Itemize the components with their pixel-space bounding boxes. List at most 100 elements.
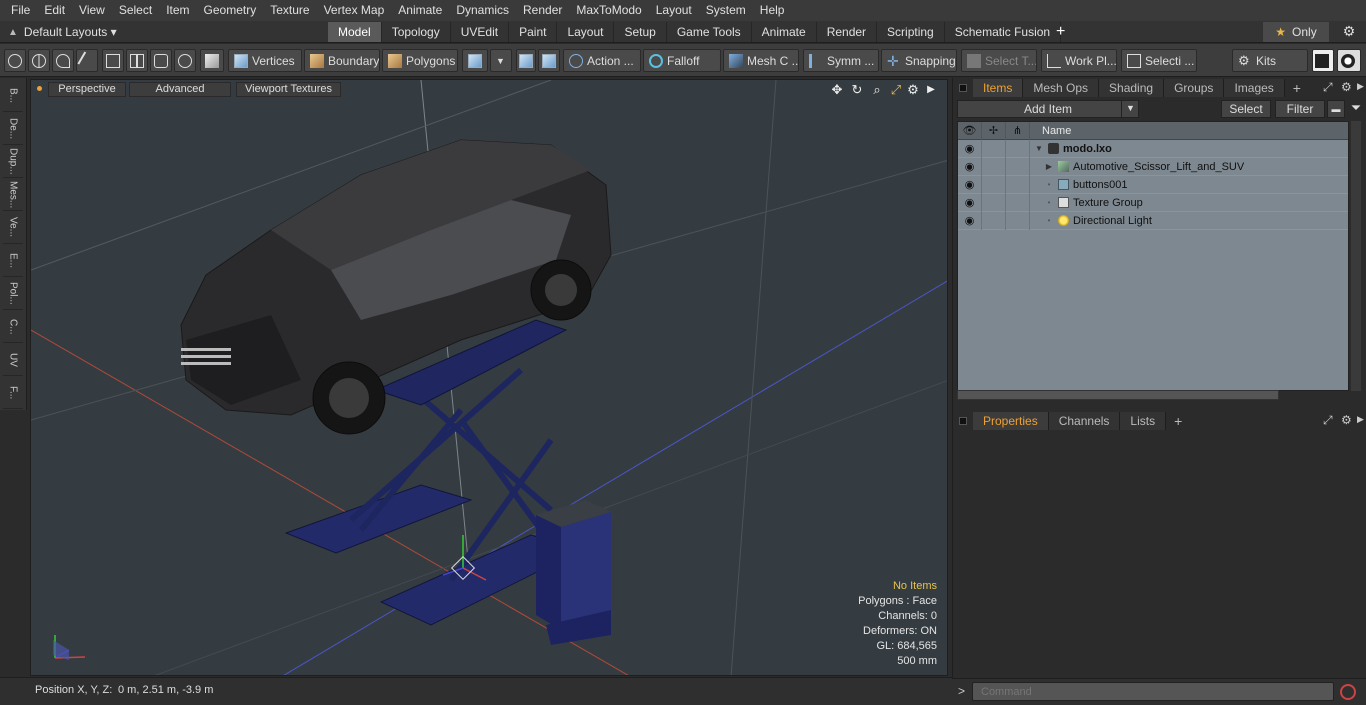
panel-handle-icon[interactable] — [959, 84, 967, 92]
item-mode-button[interactable] — [462, 49, 488, 72]
tree-row-mesh[interactable]: ◉ ▶ Automotive_Scissor_Lift_and_SUV — [958, 157, 1348, 176]
only-toggle-button[interactable]: ★ Only — [1263, 22, 1329, 42]
tab-model[interactable]: Model — [328, 22, 382, 42]
tab-properties[interactable]: Properties — [973, 412, 1049, 430]
action-center-button[interactable]: Action ... — [563, 49, 641, 72]
brush-button[interactable] — [76, 49, 98, 72]
vertices-button[interactable]: Vertices — [228, 49, 302, 72]
menu-layout[interactable]: Layout — [649, 0, 699, 21]
select-button[interactable]: Select — [1221, 100, 1271, 118]
tree-row-texture-group[interactable]: ◉ • Texture Group — [958, 193, 1348, 212]
eye-icon[interactable]: ◉ — [958, 193, 982, 212]
tab-uvedit[interactable]: UVEdit — [451, 22, 510, 42]
add-item-button[interactable]: Add Item — [957, 100, 1139, 118]
snap-b-button[interactable] — [538, 49, 560, 72]
tree-row-buttons[interactable]: ◉ • buttons001 — [958, 175, 1348, 194]
expand-panel-icon[interactable]: ⤢ — [1323, 80, 1333, 95]
3d-viewport[interactable]: Perspective Advanced Viewport Textures ✥… — [30, 79, 948, 676]
snapping-button[interactable]: ✛ Snapping — [881, 49, 957, 72]
tab-lists[interactable]: Lists — [1120, 412, 1167, 430]
kits-button[interactable]: ⚙ Kits — [1232, 49, 1308, 72]
tab-scripting[interactable]: Scripting — [877, 22, 945, 42]
viewport-gear-icon[interactable]: ⚙ — [905, 82, 921, 98]
align-button[interactable] — [102, 49, 124, 72]
menu-maxtomodo[interactable]: MaxToModo — [569, 0, 648, 21]
tab-setup[interactable]: Setup — [614, 22, 667, 42]
unity-button[interactable] — [1312, 49, 1334, 72]
tab-game-tools[interactable]: Game Tools — [667, 22, 752, 42]
add-tab-icon[interactable]: + — [1056, 22, 1065, 42]
tab-shading[interactable]: Shading — [1099, 79, 1165, 97]
add-panel-tab-icon[interactable]: + — [1166, 413, 1190, 429]
command-input[interactable] — [972, 682, 1334, 701]
shield-button[interactable] — [200, 49, 224, 72]
eye-icon[interactable]: ◉ — [958, 175, 982, 194]
tab-render[interactable]: Render — [817, 22, 878, 42]
menu-animate[interactable]: Animate — [391, 0, 449, 21]
left-tab-curve[interactable]: C... — [3, 311, 23, 343]
tab-items[interactable]: Items — [973, 79, 1024, 97]
menu-geometry[interactable]: Geometry — [197, 0, 264, 21]
maximize-icon[interactable]: ⤢ — [888, 82, 904, 98]
menu-dynamics[interactable]: Dynamics — [449, 0, 516, 21]
tab-topology[interactable]: Topology — [382, 22, 451, 42]
filter-button[interactable]: Filter — [1275, 100, 1325, 118]
lasso-button[interactable] — [52, 49, 74, 72]
item-mode-dropdown[interactable]: ▼ — [490, 49, 512, 72]
menu-system[interactable]: System — [699, 0, 753, 21]
work-plane-button[interactable]: Work Pl... — [1041, 49, 1117, 72]
left-tab-vertex[interactable]: Ve... — [3, 212, 23, 244]
tab-images[interactable]: Images — [1224, 79, 1285, 97]
select-through-button[interactable]: Select T... — [961, 49, 1037, 72]
tree-row-directional-light[interactable]: ◉ • Directional Light — [958, 211, 1348, 230]
left-tab-polygon[interactable]: Pol... — [3, 278, 23, 310]
tab-animate[interactable]: Animate — [752, 22, 817, 42]
left-tab-mesh-edit[interactable]: Mes... — [3, 179, 23, 211]
pan-icon[interactable]: ✥ — [829, 82, 845, 98]
collapse-icon[interactable]: ▬ — [1327, 100, 1345, 118]
left-tab-basic[interactable]: B... — [3, 80, 23, 112]
advanced-button[interactable]: Advanced — [129, 82, 231, 97]
rotate-button[interactable] — [174, 49, 196, 72]
menu-view[interactable]: View — [72, 0, 112, 21]
funnel-icon[interactable]: ⏷ — [1347, 100, 1365, 118]
add-panel-tab-icon[interactable]: + — [1285, 80, 1309, 96]
left-tab-duplicate[interactable]: Dup... — [3, 146, 23, 178]
name-column-header[interactable]: Name — [1030, 125, 1071, 137]
layout-switcher[interactable]: ▲ Default Layouts ▾ — [8, 23, 117, 41]
boundary-button[interactable]: Boundary — [304, 49, 380, 72]
menu-item[interactable]: Item — [159, 0, 196, 21]
properties-menu-arrow-icon[interactable]: ▶ — [1357, 414, 1364, 425]
left-tab-uv[interactable]: UV — [3, 344, 23, 376]
tab-mesh-ops[interactable]: Mesh Ops — [1023, 79, 1100, 97]
gear-icon[interactable]: ⚙ — [1340, 23, 1358, 41]
tab-schematic-fusion[interactable]: Schematic Fusion — [945, 22, 1062, 42]
items-menu-arrow-icon[interactable]: ▶ — [1357, 81, 1364, 92]
expand-arrow-icon[interactable]: ▼ — [1034, 144, 1044, 153]
menu-texture[interactable]: Texture — [263, 0, 316, 21]
menu-vertex-map[interactable]: Vertex Map — [317, 0, 392, 21]
add-item-dropdown-icon[interactable]: ▼ — [1121, 100, 1139, 118]
tab-paint[interactable]: Paint — [509, 22, 558, 42]
viewport-textures-button[interactable]: Viewport Textures — [236, 82, 341, 97]
frame-button[interactable] — [150, 49, 172, 72]
tab-groups[interactable]: Groups — [1164, 79, 1225, 97]
falloff-button[interactable]: Falloff — [643, 49, 721, 72]
eye-icon[interactable]: ◉ — [958, 211, 982, 230]
select-circle-button[interactable] — [4, 49, 26, 72]
polygons-button[interactable]: Polygons — [382, 49, 458, 72]
tree-vertical-scrollbar[interactable] — [1351, 121, 1361, 391]
tree-horizontal-scrollbar[interactable] — [957, 390, 1279, 400]
collapse-up-icon[interactable]: ▲ — [8, 27, 18, 38]
perspective-button[interactable]: Perspective — [48, 82, 126, 97]
mesh-constraint-button[interactable]: Mesh C ... — [723, 49, 799, 72]
eye-icon[interactable]: ◉ — [958, 157, 982, 176]
tree-row-scene[interactable]: ◉ ▼ modo.lxo — [958, 139, 1348, 158]
tab-layout[interactable]: Layout — [557, 22, 615, 42]
viewport-menu-arrow-icon[interactable]: ▶ — [923, 82, 939, 98]
center-button[interactable] — [126, 49, 148, 72]
left-tab-edge[interactable]: E... — [3, 245, 23, 277]
tab-channels[interactable]: Channels — [1048, 412, 1121, 430]
selection-sets-button[interactable]: Selecti ... — [1121, 49, 1197, 72]
menu-help[interactable]: Help — [753, 0, 792, 21]
